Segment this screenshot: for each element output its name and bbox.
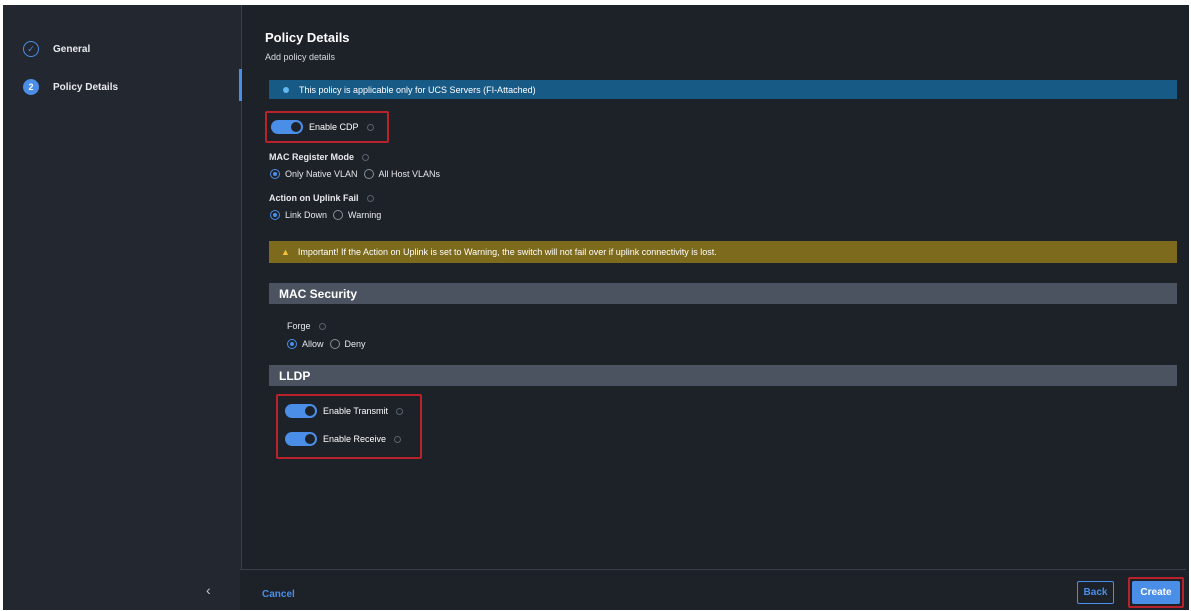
lldp-header: LLDP <box>269 365 1177 386</box>
radio-unchecked-icon <box>329 339 340 349</box>
radio-label: Allow <box>302 339 324 349</box>
radio-unchecked-icon <box>333 210 344 220</box>
enable-cdp-row: Enable CDP <box>271 120 374 134</box>
radio-label: All Host VLANs <box>378 169 441 179</box>
forge-label: Forge <box>287 321 326 331</box>
radio-checked-icon <box>270 169 280 179</box>
radio-label: Deny <box>344 339 366 349</box>
step-policy-details-label: Policy Details <box>53 81 119 93</box>
page-subtitle: Add policy details <box>265 52 336 62</box>
help-icon[interactable] <box>362 153 370 161</box>
active-step-indicator <box>239 69 242 101</box>
cancel-button[interactable]: Cancel <box>262 589 295 600</box>
radio-allow[interactable]: Allow <box>287 339 324 349</box>
step-number-badge: 2 <box>23 79 39 95</box>
page-title: Policy Details <box>265 30 350 45</box>
action-on-uplink-fail-text: Action on Uplink Fail <box>269 193 359 203</box>
mac-security-header: MAC Security <box>269 283 1177 304</box>
info-banner: This policy is applicable only for UCS S… <box>269 80 1177 99</box>
radio-checked-icon <box>287 339 297 349</box>
warning-banner-text: Important! If the Action on Uplink is se… <box>297 247 717 257</box>
action-on-uplink-fail-label: Action on Uplink Fail <box>269 193 374 203</box>
enable-cdp-label: Enable CDP <box>309 122 359 132</box>
radio-label: Only Native VLAN <box>285 169 358 179</box>
action-on-uplink-fail-options: Link Down Warning <box>270 210 387 220</box>
help-icon[interactable] <box>366 194 374 202</box>
check-icon: ✓ <box>23 41 39 57</box>
help-icon[interactable] <box>394 435 402 443</box>
radio-checked-icon <box>270 210 280 220</box>
chevron-left-icon[interactable]: ‹ <box>206 582 211 598</box>
step-policy-details[interactable]: 2 Policy Details <box>23 76 118 98</box>
warning-banner: ▲ Important! If the Action on Uplink is … <box>269 241 1177 263</box>
radio-all-host-vlans[interactable]: All Host VLANs <box>363 169 441 179</box>
radio-warning[interactable]: Warning <box>333 210 381 220</box>
mac-register-mode-text: MAC Register Mode <box>269 152 355 162</box>
radio-deny[interactable]: Deny <box>329 339 366 349</box>
mac-register-mode-options: Only Native VLAN All Host VLANs <box>270 169 446 179</box>
step-general-label: General <box>53 43 91 55</box>
help-icon[interactable] <box>366 123 374 131</box>
mac-register-mode-label: MAC Register Mode <box>269 152 370 162</box>
main-content: Policy Details Add policy details This p… <box>243 5 1189 610</box>
warning-icon: ▲ <box>281 247 290 257</box>
radio-link-down[interactable]: Link Down <box>270 210 327 220</box>
enable-transmit-label: Enable Transmit <box>323 406 389 416</box>
wizard-footer: Cancel Back Create <box>240 569 1186 610</box>
enable-cdp-toggle[interactable] <box>271 120 303 134</box>
step-general[interactable]: ✓ General <box>23 38 90 60</box>
lldp-title: LLDP <box>279 368 311 383</box>
info-banner-text: This policy is applicable only for UCS S… <box>299 84 536 95</box>
enable-receive-label: Enable Receive <box>323 434 387 444</box>
forge-text: Forge <box>287 321 311 331</box>
enable-receive-toggle[interactable] <box>285 432 317 446</box>
enable-transmit-toggle[interactable] <box>285 404 317 418</box>
radio-only-native-vlan[interactable]: Only Native VLAN <box>270 169 358 179</box>
info-icon <box>283 86 289 93</box>
back-button[interactable]: Back <box>1077 581 1114 604</box>
enable-receive-row: Enable Receive <box>285 432 402 446</box>
help-icon[interactable] <box>396 407 404 415</box>
enable-transmit-row: Enable Transmit <box>285 404 404 418</box>
radio-unchecked-icon <box>363 169 374 179</box>
radio-label: Warning <box>348 210 382 220</box>
mac-security-title: MAC Security <box>279 286 358 301</box>
help-icon[interactable] <box>318 322 326 330</box>
create-button[interactable]: Create <box>1132 581 1180 604</box>
policy-wizard: ✓ General 2 Policy Details ‹ Policy Deta… <box>3 5 1189 610</box>
forge-options: Allow Deny <box>287 339 372 349</box>
radio-label: Link Down <box>285 210 328 220</box>
wizard-steps-sidebar: ✓ General 2 Policy Details ‹ <box>3 5 242 610</box>
